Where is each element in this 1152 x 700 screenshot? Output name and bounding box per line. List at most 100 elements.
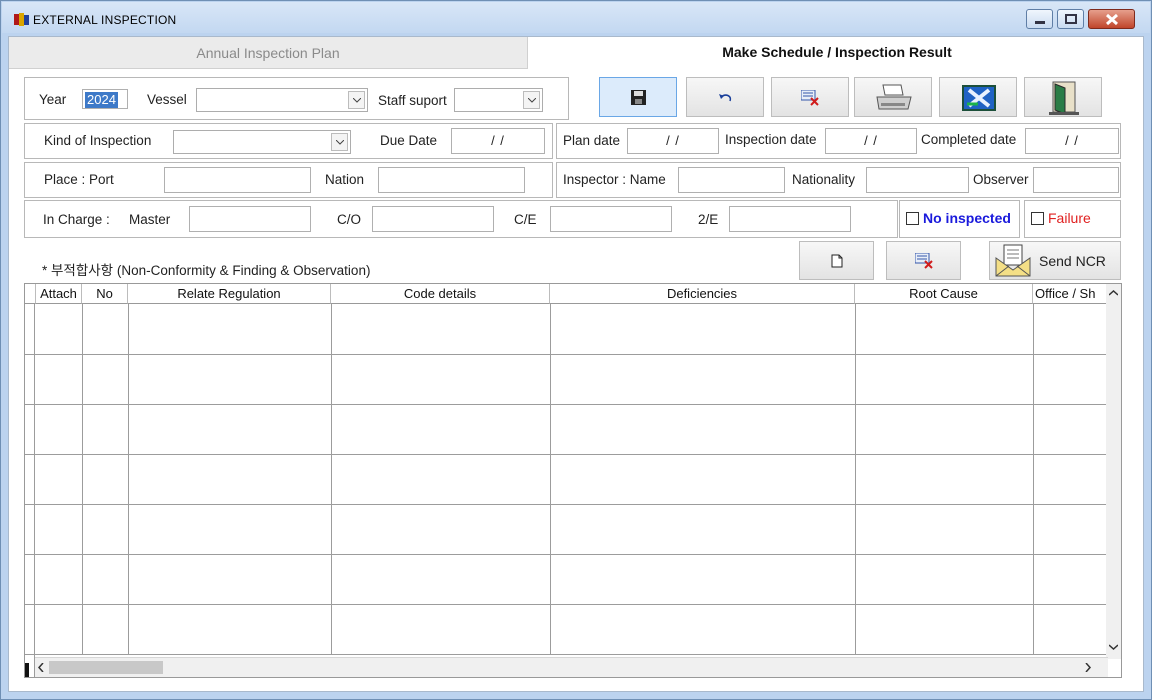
no-inspected-label: No inspected — [923, 210, 1011, 226]
table-row-divider — [25, 604, 1108, 605]
plan-date-label: Plan date — [563, 133, 621, 148]
column-header[interactable]: Deficiencies — [550, 284, 855, 304]
close-button[interactable] — [1088, 9, 1135, 29]
place-port-label: Place : Port — [44, 172, 114, 187]
inspector-name-field[interactable] — [678, 167, 785, 193]
chevron-down-icon[interactable] — [523, 91, 540, 109]
in-charge-label: In Charge : — [43, 212, 110, 227]
window-title: EXTERNAL INSPECTION — [33, 13, 177, 27]
port-field[interactable] — [164, 167, 311, 193]
grid-line — [82, 304, 83, 655]
findings-grid[interactable]: Attach No Relate Regulation Code details… — [24, 283, 1122, 678]
print-icon — [876, 84, 912, 110]
year-field[interactable]: 2024 — [82, 89, 128, 109]
inspector-name-label: Inspector : Name — [563, 172, 666, 187]
grid-line — [855, 304, 856, 655]
kind-of-inspection-label: Kind of Inspection — [44, 133, 152, 148]
completed-date-label: Completed date — [921, 132, 1017, 147]
send-ncr-button[interactable]: Send NCR — [989, 241, 1121, 280]
chevron-down-icon[interactable] — [331, 133, 348, 151]
delete-icon — [915, 253, 933, 269]
column-header[interactable]: Office / Sh — [1033, 284, 1108, 304]
table-row-divider — [25, 354, 1108, 355]
chevron-left-icon[interactable] — [38, 663, 44, 672]
current-row-indicator — [25, 663, 29, 677]
chevron-down-icon[interactable] — [348, 91, 365, 109]
nationality-label: Nationality — [792, 172, 856, 187]
table-row-divider — [25, 504, 1108, 505]
co-label: C/O — [337, 212, 362, 227]
due-date-field[interactable]: / / — [451, 128, 545, 154]
column-header[interactable]: Relate Regulation — [128, 284, 331, 304]
maximize-button[interactable] — [1057, 9, 1084, 29]
chevron-up-icon[interactable] — [1109, 290, 1118, 296]
co-field[interactable] — [372, 206, 494, 232]
chevron-down-icon[interactable] — [1109, 644, 1118, 650]
scroll-thumb[interactable] — [49, 661, 163, 674]
master-field[interactable] — [189, 206, 311, 232]
table-row-divider — [25, 404, 1108, 405]
save-icon — [631, 90, 646, 105]
plan-date-field[interactable]: / / — [627, 128, 719, 154]
send-ncr-label: Send NCR — [1039, 253, 1106, 269]
nationality-field[interactable] — [866, 167, 969, 193]
excel-icon — [962, 85, 996, 111]
dates-panel: Plan date / / Inspection date / / Comple… — [556, 123, 1121, 159]
row-selector-column[interactable] — [25, 304, 35, 677]
delete-icon — [801, 90, 819, 106]
column-header[interactable]: Root Cause — [855, 284, 1033, 304]
ce-field[interactable] — [550, 206, 672, 232]
export-excel-button[interactable] — [939, 77, 1017, 117]
tab-annual-inspection-plan[interactable]: Annual Inspection Plan — [9, 37, 528, 69]
2e-field[interactable] — [729, 206, 851, 232]
observer-field[interactable] — [1033, 167, 1119, 193]
kind-of-inspection-select[interactable] — [173, 130, 351, 154]
minimize-button[interactable] — [1026, 9, 1053, 29]
year-label: Year — [39, 92, 67, 107]
checkbox-box[interactable] — [1031, 212, 1044, 225]
print-button[interactable] — [854, 77, 932, 117]
delete-record-button[interactable] — [886, 241, 961, 280]
delete-button[interactable] — [771, 77, 849, 117]
main-window: EXTERNAL INSPECTION Annual Inspection Pl… — [0, 0, 1152, 700]
save-button[interactable] — [599, 77, 677, 117]
no-inspected-checkbox[interactable]: No inspected — [899, 200, 1020, 238]
column-header[interactable]: Code details — [331, 284, 550, 304]
inspector-panel: Inspector : Name Nationality Observer — [556, 162, 1121, 198]
grid-line — [331, 304, 332, 655]
inspection-date-label: Inspection date — [725, 132, 817, 147]
nation-field[interactable] — [378, 167, 525, 193]
failure-label: Failure — [1048, 210, 1091, 226]
row-header-corner — [25, 284, 36, 304]
checkbox-box[interactable] — [906, 212, 919, 225]
due-date-label: Due Date — [380, 133, 438, 148]
column-header[interactable]: No — [82, 284, 128, 304]
exit-icon — [1049, 81, 1079, 115]
year-value: 2024 — [85, 92, 118, 108]
new-record-button[interactable] — [799, 241, 874, 280]
vessel-select[interactable] — [196, 88, 368, 112]
grid-line — [128, 304, 129, 655]
2e-label: 2/E — [698, 212, 719, 227]
kind-panel: Kind of Inspection Due Date / / — [24, 123, 553, 159]
client-area: Annual Inspection Plan Make Schedule / I… — [8, 36, 1144, 692]
undo-button[interactable] — [686, 77, 764, 117]
chevron-right-icon[interactable] — [1085, 663, 1091, 672]
horizontal-scrollbar[interactable] — [35, 657, 1108, 677]
table-row-divider — [25, 654, 1108, 655]
undo-icon — [719, 94, 732, 102]
new-document-icon — [831, 254, 843, 268]
in-charge-panel: In Charge : Master C/O C/E 2/E — [24, 200, 898, 238]
column-header[interactable]: Attach — [36, 284, 82, 304]
tab-make-schedule[interactable]: Make Schedule / Inspection Result — [529, 37, 1145, 69]
master-label: Master — [129, 212, 171, 227]
table-row-divider — [25, 554, 1108, 555]
staff-support-select[interactable] — [454, 88, 543, 112]
failure-checkbox[interactable]: Failure — [1024, 200, 1121, 238]
inspection-date-field[interactable]: / / — [825, 128, 917, 154]
grid-line — [550, 304, 551, 655]
vertical-scrollbar[interactable] — [1106, 284, 1121, 659]
exit-button[interactable] — [1024, 77, 1102, 117]
completed-date-field[interactable]: / / — [1025, 128, 1119, 154]
non-conformity-note: * 부적합사항 (Non-Conformity & Finding & Obse… — [42, 263, 371, 278]
